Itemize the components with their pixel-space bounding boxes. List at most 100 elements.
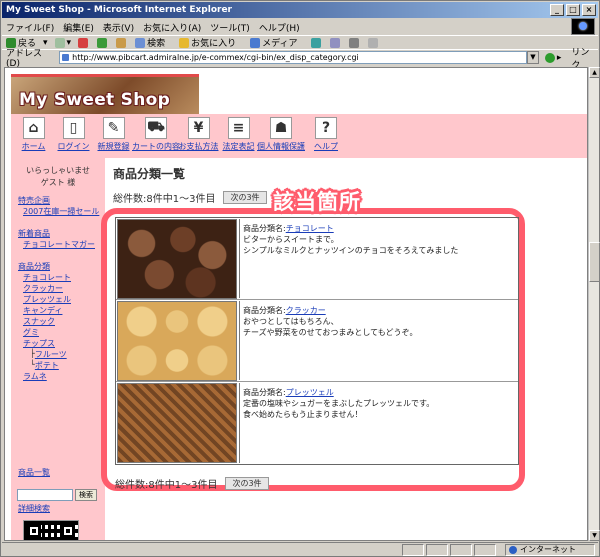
category-name-link[interactable]: クラッカー	[286, 306, 326, 315]
menu-edit[interactable]: 編集(E)	[63, 21, 94, 34]
maximize-button[interactable]: □	[566, 4, 580, 16]
special-section: 特売企画 2007在庫一掃セール	[18, 195, 99, 217]
result-count: 総件数:8件中1〜3件目	[115, 480, 218, 491]
tree-branch: ├	[30, 349, 35, 358]
mail-button[interactable]	[330, 37, 342, 48]
address-input[interactable]: http://www.pibcart.admiralne.jp/e-commex…	[59, 51, 528, 64]
new-heading-link[interactable]: 新着商品	[18, 228, 95, 239]
banner-title: My Sweet Shop	[19, 90, 171, 110]
chocolate-image[interactable]	[117, 219, 237, 299]
new-item-link[interactable]: チョコレートマガー	[18, 239, 95, 250]
nav-help[interactable]: ? ヘルプ	[304, 114, 348, 158]
address-dropdown[interactable]: ▼	[527, 51, 539, 64]
nav-home[interactable]: ⌂ ホーム	[14, 114, 53, 158]
special-heading-link[interactable]: 特売企画	[18, 195, 99, 206]
site-banner[interactable]: My Sweet Shop	[11, 74, 199, 114]
ie-throbber-icon	[571, 18, 595, 35]
category-link-gummy[interactable]: グミ	[18, 327, 71, 338]
category-section: 商品分類 チョコレート クラッカー プレッツェル キャンディ スナック グミ チ…	[18, 261, 71, 382]
nav-signup[interactable]: ✎ 新規登録	[94, 114, 133, 158]
edit-button[interactable]	[368, 37, 380, 48]
product-list-link[interactable]: 商品一覧	[18, 467, 50, 478]
menu-help[interactable]: ヘルプ(H)	[259, 21, 300, 34]
nav-label: 新規登録	[97, 142, 130, 151]
category-heading-link[interactable]: 商品分類	[18, 261, 71, 272]
product-description: 商品分類名:クラッカー おやつとしてはもちろん、 チーズや野菜をのせておつまみと…	[239, 301, 517, 380]
description-line: おやつとしてはもちろん、	[243, 317, 339, 326]
scroll-up-arrow[interactable]: ▲	[589, 67, 600, 78]
category-link-snack[interactable]: スナック	[18, 316, 71, 327]
new-section: 新着商品 チョコレートマガー	[18, 228, 95, 250]
subcategory-link-fruit[interactable]: フルーツ	[35, 349, 67, 360]
search-input[interactable]	[17, 489, 73, 501]
nav-privacy[interactable]: ☗ 個人情報保護	[257, 114, 305, 158]
refresh-icon	[97, 37, 108, 48]
category-link-pretzel[interactable]: プレッツェル	[18, 294, 71, 305]
name-prefix: 商品分類名:	[243, 224, 286, 233]
description-line: シンプルなミルクとナッツインのチョコをそろえてみました	[243, 246, 459, 255]
special-item-link[interactable]: 2007在庫一掃セール	[18, 206, 99, 217]
scroll-down-arrow[interactable]: ▼	[589, 530, 600, 541]
nav-label: カートの内容	[132, 142, 180, 151]
search-button[interactable]: 検索	[135, 36, 172, 49]
stop-icon	[78, 37, 89, 48]
cart-icon: ⛟	[145, 117, 167, 139]
stop-button[interactable]	[78, 37, 90, 48]
close-button[interactable]: ×	[582, 4, 596, 16]
print-button[interactable]	[349, 37, 361, 48]
favorites-button[interactable]: お気に入り	[179, 36, 243, 49]
subcategory-potato-row: └ ポテト	[18, 360, 71, 371]
printer-icon	[349, 37, 360, 48]
advanced-search-link[interactable]: 詳細検索	[18, 503, 50, 514]
house-icon	[116, 37, 127, 48]
title-bar: My Sweet Shop - Microsoft Internet Explo…	[2, 2, 598, 18]
address-label: アドレス(D)	[6, 49, 43, 69]
login-door-icon: ▯	[62, 117, 85, 139]
nav-legal[interactable]: ≡ 法定表記	[219, 114, 258, 158]
subcategory-fruit-row: ├ フルーツ	[18, 349, 71, 360]
menu-view[interactable]: 表示(V)	[103, 21, 134, 34]
menu-favorites[interactable]: お気に入り(A)	[143, 21, 201, 34]
welcome-line: いらっしゃいませ	[26, 166, 90, 175]
history-button[interactable]	[311, 37, 323, 48]
status-cells	[402, 544, 496, 556]
category-link-chocolate[interactable]: チョコレート	[18, 272, 71, 283]
nav-cart[interactable]: ⛟ カートの内容	[132, 114, 180, 158]
menu-file[interactable]: ファイル(F)	[6, 21, 54, 34]
refresh-button[interactable]	[97, 37, 109, 48]
next-page-button[interactable]: 次の3件	[225, 477, 269, 490]
document-icon: ≡	[227, 117, 250, 139]
category-link-ramune[interactable]: ラムネ	[18, 371, 71, 382]
category-link-candy[interactable]: キャンディ	[18, 305, 71, 316]
media-icon	[250, 37, 261, 48]
product-list-section: 商品一覧	[18, 467, 50, 478]
category-link-cracker[interactable]: クラッカー	[18, 283, 71, 294]
category-name-link[interactable]: プレッツェル	[286, 388, 334, 397]
scroll-thumb[interactable]	[589, 242, 600, 282]
cracker-image[interactable]	[117, 301, 237, 381]
subcategory-link-potato[interactable]: ポテト	[35, 360, 59, 371]
forward-arrow-icon	[54, 37, 65, 48]
signup-pen-icon: ✎	[102, 117, 125, 139]
next-page-button[interactable]: 次の3件	[223, 191, 267, 204]
search-submit-button[interactable]: 検索	[75, 489, 97, 501]
pretzel-image[interactable]	[117, 383, 237, 463]
page-title: 商品分類一覧	[113, 167, 186, 181]
vertical-scrollbar[interactable]: ▲ ▼	[588, 67, 600, 541]
category-name-link[interactable]: チョコレート	[286, 224, 334, 233]
address-bar: アドレス(D) http://www.pibcart.admiralne.jp/…	[2, 48, 598, 71]
menu-tools[interactable]: ツール(T)	[210, 21, 250, 34]
guest-label: ゲスト 様	[40, 178, 76, 187]
nav-payment[interactable]: ¥ お支払方法	[179, 114, 219, 158]
highlight-label: 該当箇所	[273, 190, 361, 214]
status-bar: インターネット	[2, 542, 598, 556]
forward-button[interactable]: ▾	[54, 37, 71, 48]
go-button[interactable]: ▸	[544, 52, 561, 63]
qr-finder	[61, 524, 75, 538]
mail-icon	[330, 37, 341, 48]
media-button[interactable]: メディア	[250, 36, 304, 49]
category-link-chips[interactable]: チップス	[18, 338, 71, 349]
nav-login[interactable]: ▯ ログイン	[54, 114, 93, 158]
home-button[interactable]	[116, 37, 128, 48]
minimize-button[interactable]: _	[550, 4, 564, 16]
